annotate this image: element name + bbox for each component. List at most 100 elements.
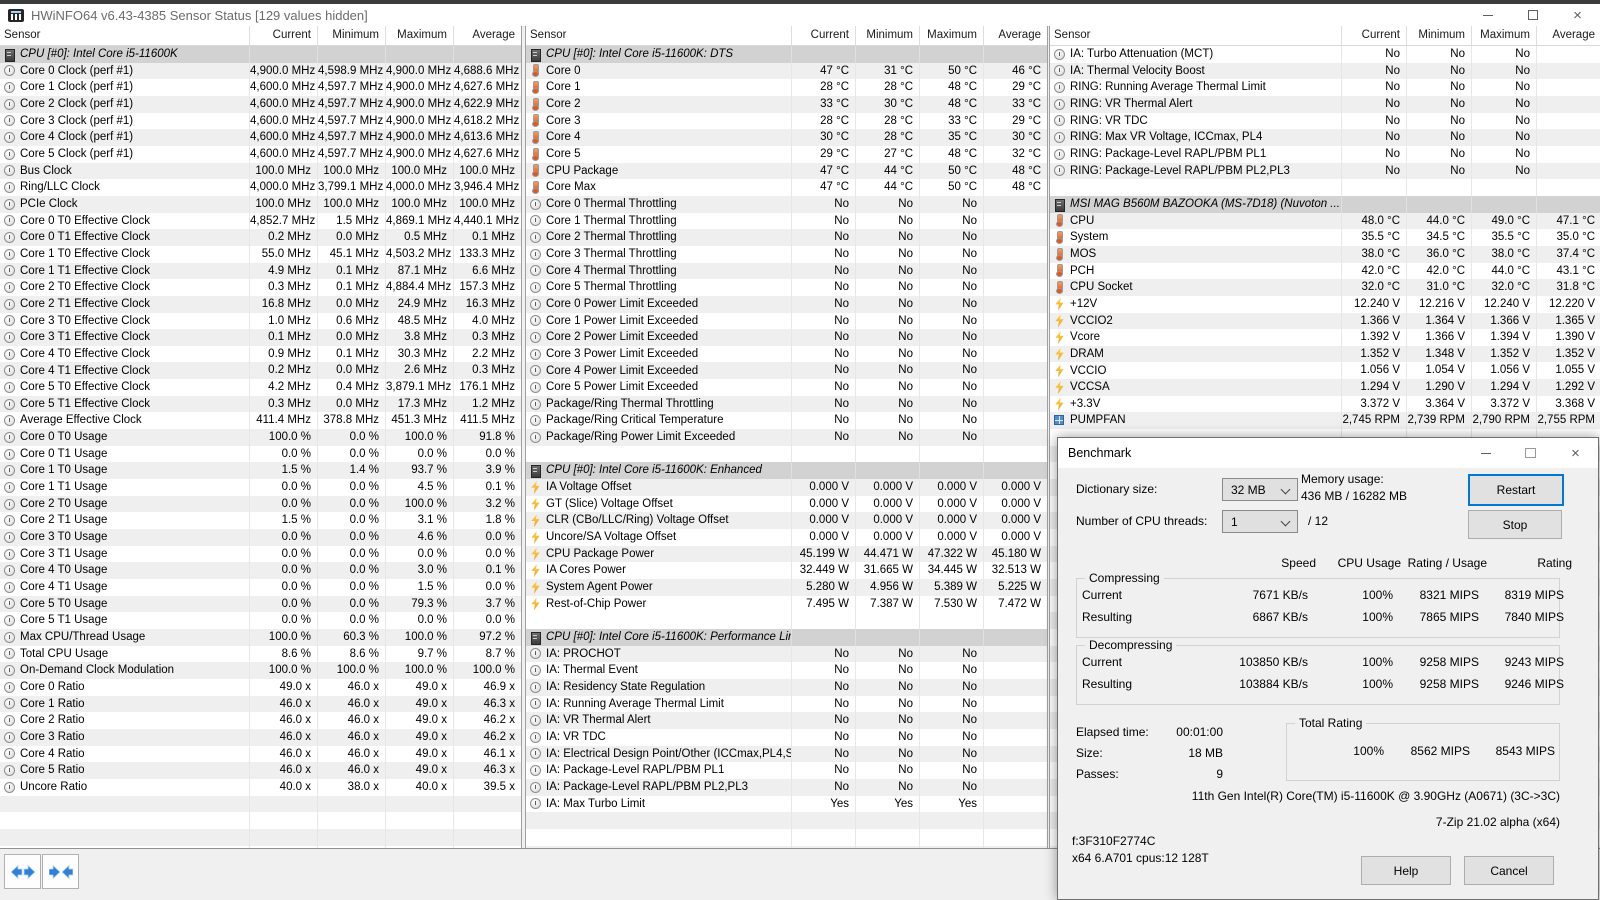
sensor-row[interactable]: RING: VR Thermal Alert No No No: [1050, 95, 1600, 113]
sensor-row[interactable]: Core 0 T0 Effective Clock 4,852.7 MHz 1.5 …: [0, 212, 521, 230]
sensor-row[interactable]: RING: VR TDC No No No: [1050, 112, 1600, 130]
restore-button[interactable]: [1510, 4, 1555, 26]
sensor-row[interactable]: IA: Thermal Velocity Boost No No No: [1050, 62, 1600, 80]
sensor-row[interactable]: Core 0 Clock (perf #1) 4,900.0 MHz 4,598.9…: [0, 62, 521, 80]
sensor-row[interactable]: Core 5 29 °C 27 °C 48 °C 32 °C: [526, 145, 1047, 163]
sensor-row[interactable]: Core 0 Ratio 49.0 x 46.0 x 49.0 x 46.9 x: [0, 678, 521, 696]
sensor-row[interactable]: Core 4 Clock (perf #1) 4,600.0 MHz 4,597.7…: [0, 129, 521, 146]
sensor-row[interactable]: PCH 42.0 °C 42.0 °C 44.0 °C 43.1 °C: [1050, 262, 1600, 280]
sensor-row[interactable]: CPU Package 47 °C 44 °C 50 °C 48 °C: [526, 162, 1047, 180]
sensor-row[interactable]: PCIe Clock 100.0 MHz 100.0 MHz 100.0 MHz 100…: [0, 195, 521, 213]
sensor-row[interactable]: IA: Running Average Thermal Limit No No No: [526, 695, 1047, 713]
sensor-row[interactable]: Core 4 T0 Effective Clock 0.9 MHz 0.1 MHz 3…: [0, 345, 521, 363]
sensor-row[interactable]: Core 2 Power Limit Exceeded No No No: [526, 329, 1047, 346]
sensor-row[interactable]: Core 2 Clock (perf #1) 4,600.0 MHz 4,597.7…: [0, 95, 521, 113]
sensor-row[interactable]: Core 0 T0 Usage 100.0 % 0.0 % 100.0 % 91.8 %: [0, 429, 521, 446]
sensor-row[interactable]: Core 5 Clock (perf #1) 4,600.0 MHz 4,597.7…: [0, 145, 521, 163]
sensor-row[interactable]: Core 1 T1 Usage 0.0 % 0.0 % 4.5 % 0.1 %: [0, 479, 521, 496]
sensor-row[interactable]: Core 0 T1 Effective Clock 0.2 MHz 0.0 MHz 0…: [0, 229, 521, 246]
sensor-row[interactable]: Core 4 Power Limit Exceeded No No No: [526, 362, 1047, 380]
sensor-row[interactable]: Core 3 Thermal Throttling No No No: [526, 245, 1047, 263]
sensor-row[interactable]: Core 1 Ratio 46.0 x 46.0 x 49.0 x 46.3 x: [0, 695, 521, 713]
sensor-row[interactable]: RING: Running Average Thermal Limit No No N…: [1050, 79, 1600, 96]
help-button[interactable]: Help: [1361, 856, 1451, 885]
sensor-row[interactable]: MOS 38.0 °C 36.0 °C 38.0 °C 37.4 °C: [1050, 245, 1600, 263]
sensor-row[interactable]: Ring/LLC Clock 4,000.0 MHz 3,799.1 MHz 4,00…: [0, 179, 521, 196]
sensor-row[interactable]: Core 2 Ratio 46.0 x 46.0 x 49.0 x 46.2 x: [0, 712, 521, 729]
sensor-row[interactable]: Core 5 Thermal Throttling No No No: [526, 279, 1047, 296]
sensor-row[interactable]: Core 4 Ratio 46.0 x 46.0 x 49.0 x 46.1 x: [0, 745, 521, 763]
sensor-row[interactable]: Core 2 T0 Effective Clock 0.3 MHz 0.1 MHz 4…: [0, 279, 521, 296]
sensor-row[interactable]: Core 2 Thermal Throttling No No No: [526, 229, 1047, 246]
sensor-row[interactable]: Core 3 T1 Usage 0.0 % 0.0 % 0.0 % 0.0 %: [0, 545, 521, 563]
sensor-row[interactable]: Core 0 Power Limit Exceeded No No No: [526, 295, 1047, 313]
sensor-row[interactable]: On-Demand Clock Modulation 100.0 % 100.0 %…: [0, 662, 521, 679]
sensor-row[interactable]: RING: Package-Level RAPL/PBM PL1 No No No: [1050, 145, 1600, 163]
sensor-row[interactable]: Core 4 T1 Effective Clock 0.2 MHz 0.0 MHz 2…: [0, 362, 521, 380]
stop-button[interactable]: Stop: [1468, 510, 1562, 539]
sensor-row[interactable]: IA: Thermal Event No No No: [526, 662, 1047, 679]
sensor-row[interactable]: Core 1 T0 Effective Clock 55.0 MHz 45.1 MH…: [0, 245, 521, 263]
sensor-row[interactable]: PUMPFAN 2,745 RPM 2,739 RPM 2,790 RPM 2,755 …: [1050, 412, 1600, 430]
sensor-row[interactable]: Average Effective Clock 411.4 MHz 378.8 MH…: [0, 412, 521, 430]
section-row[interactable]: CPU [#0]: Intel Core i5-11600K: Performa…: [526, 628, 1047, 646]
sensor-row[interactable]: IA: Turbo Attenuation (MCT) No No No: [1050, 46, 1600, 63]
sensor-row[interactable]: Core 3 Power Limit Exceeded No No No: [526, 345, 1047, 363]
sensor-row[interactable]: Core 3 T0 Effective Clock 1.0 MHz 0.6 MHz 4…: [0, 312, 521, 330]
sensor-row[interactable]: Core 4 Thermal Throttling No No No: [526, 262, 1047, 280]
sensor-row[interactable]: IA: Package-Level RAPL/PBM PL2,PL3 No No No: [526, 778, 1047, 796]
benchmark-maximize-button[interactable]: [1508, 438, 1553, 468]
sensor-row[interactable]: Bus Clock 100.0 MHz 100.0 MHz 100.0 MHz 100.…: [0, 162, 521, 180]
dictionary-size-select[interactable]: 32 MB: [1222, 478, 1298, 501]
sensor-row[interactable]: Vcore 1.392 V 1.366 V 1.394 V 1.390 V: [1050, 329, 1600, 346]
sensor-row[interactable]: Core 5 Power Limit Exceeded No No No: [526, 379, 1047, 396]
sensor-row[interactable]: Core 3 Clock (perf #1) 4,600.0 MHz 4,597.7…: [0, 112, 521, 130]
sensor-row[interactable]: VCCSA 1.294 V 1.290 V 1.294 V 1.292 V: [1050, 379, 1600, 396]
sensor-row[interactable]: GT (Slice) Voltage Offset 0.000 V 0.000 V0…: [526, 495, 1047, 513]
section-row[interactable]: CPU [#0]: Intel Core i5-11600K: Enhanced: [526, 462, 1047, 480]
sensor-row[interactable]: IA Voltage Offset 0.000 V 0.000 V 0.000 V 0.…: [526, 479, 1047, 496]
cpu-threads-select[interactable]: 1: [1222, 510, 1298, 533]
sensor-row[interactable]: Package/Ring Power Limit Exceeded No No No: [526, 429, 1047, 446]
sensor-row[interactable]: Core 3 T0 Usage 0.0 % 0.0 % 4.6 % 0.0 %: [0, 529, 521, 546]
sensor-row[interactable]: IA: Max Turbo Limit Yes Yes Yes: [526, 795, 1047, 813]
expand-columns-button[interactable]: [4, 854, 41, 889]
benchmark-close-button[interactable]: ×: [1553, 438, 1598, 468]
sensor-row[interactable]: Core 5 T1 Effective Clock 0.3 MHz 0.0 MHz 1…: [0, 395, 521, 413]
sensor-row[interactable]: IA: PROCHOT No No No: [526, 645, 1047, 663]
sensor-row[interactable]: Core 2 33 °C 30 °C 48 °C 33 °C: [526, 95, 1047, 113]
sensor-row[interactable]: Core 3 T1 Effective Clock 0.1 MHz 0.0 MHz 3…: [0, 329, 521, 346]
sensor-row[interactable]: IA: Residency State Regulation No No No: [526, 678, 1047, 696]
sensor-row[interactable]: IA: VR TDC No No No: [526, 728, 1047, 746]
sensor-row[interactable]: Core 4 30 °C 28 °C 35 °C 30 °C: [526, 129, 1047, 146]
sensor-row[interactable]: Core 5 Ratio 46.0 x 46.0 x 49.0 x 46.3 x: [0, 762, 521, 779]
benchmark-minimize-button[interactable]: [1463, 438, 1508, 468]
sensor-row[interactable]: Total CPU Usage 8.6 % 8.6 % 9.7 % 8.7 %: [0, 645, 521, 663]
cancel-button[interactable]: Cancel: [1464, 856, 1554, 885]
sensor-row[interactable]: RING: Package-Level RAPL/PBM PL2,PL3 No No…: [1050, 162, 1600, 180]
sensor-row[interactable]: Core 1 Thermal Throttling No No No: [526, 212, 1047, 230]
sensor-row[interactable]: IA Cores Power 32.449 W 31.665 W 34.445 W 32…: [526, 562, 1047, 579]
sensor-row[interactable]: IA: VR Thermal Alert No No No: [526, 712, 1047, 729]
sensor-row[interactable]: IA: Package-Level RAPL/PBM PL1 No No No: [526, 762, 1047, 779]
sensor-row[interactable]: System Agent Power 5.280 W 4.956 W 5.389 W5…: [526, 579, 1047, 596]
sensor-row[interactable]: VCCIO 1.056 V 1.054 V 1.056 V 1.055 V: [1050, 362, 1600, 380]
sensor-row[interactable]: CPU Package Power 45.199 W 44.471 W 47.322 …: [526, 545, 1047, 563]
sensor-row[interactable]: Core Max 47 °C 44 °C 50 °C 48 °C: [526, 179, 1047, 196]
sensor-row[interactable]: +12V 12.240 V 12.216 V 12.240 V 12.220 V: [1050, 295, 1600, 313]
sensor-row[interactable]: Max CPU/Thread Usage 100.0 % 60.3 % 100.0 %…: [0, 628, 521, 646]
sensor-row[interactable]: Uncore Ratio 40.0 x 38.0 x 40.0 x 39.5 x: [0, 778, 521, 796]
sensor-row[interactable]: CPU 48.0 °C 44.0 °C 49.0 °C 47.1 °C: [1050, 212, 1600, 230]
sensor-row[interactable]: Core 1 Power Limit Exceeded No No No: [526, 312, 1047, 330]
sensor-row[interactable]: System 35.5 °C 34.5 °C 35.5 °C 35.0 °C: [1050, 229, 1600, 246]
restart-button[interactable]: Restart: [1468, 474, 1564, 506]
sensor-row[interactable]: Core 1 28 °C 28 °C 48 °C 29 °C: [526, 79, 1047, 96]
sensor-row[interactable]: Core 0 T1 Usage 0.0 % 0.0 % 0.0 % 0.0 %: [0, 445, 521, 463]
sensor-row[interactable]: Core 5 T1 Usage 0.0 % 0.0 % 0.0 % 0.0 %: [0, 612, 521, 629]
sensor-row[interactable]: Core 5 T0 Usage 0.0 % 0.0 % 79.3 % 3.7 %: [0, 595, 521, 613]
titlebar[interactable]: HWiNFO64 v6.43-4385 Sensor Status [129 v…: [0, 4, 1600, 27]
section-row[interactable]: MSI MAG B560M BAZOOKA (MS-7D18) (Nuvoton…: [1050, 195, 1600, 213]
sensor-row[interactable]: Core 2 T1 Usage 1.5 % 0.0 % 3.1 % 1.8 %: [0, 512, 521, 530]
sensor-row[interactable]: Core 1 T0 Usage 1.5 % 1.4 % 93.7 % 3.9 %: [0, 462, 521, 480]
sensor-row[interactable]: Package/Ring Critical Temperature No No No: [526, 412, 1047, 430]
